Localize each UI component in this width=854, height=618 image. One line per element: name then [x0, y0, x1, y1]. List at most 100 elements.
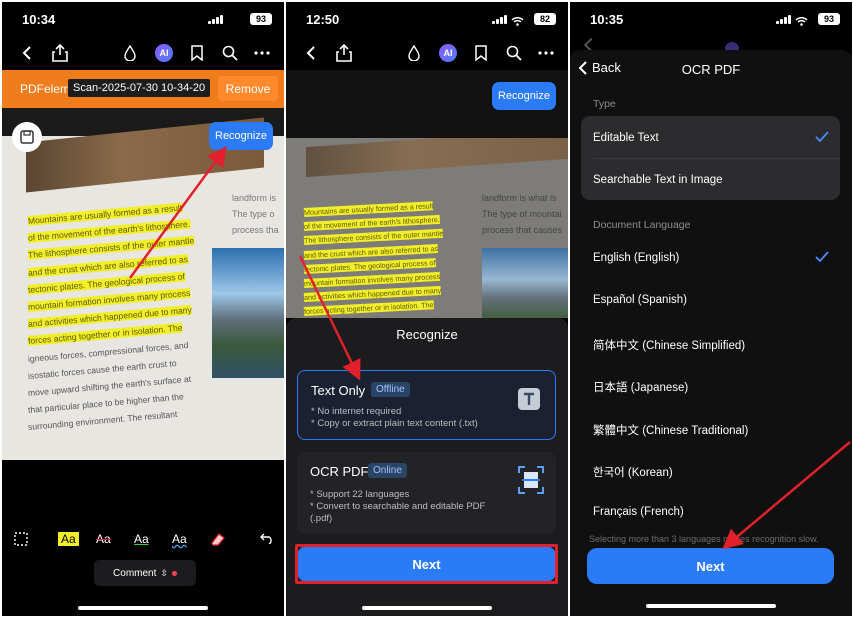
- option-desc-line: * Copy or extract plain text content (.t…: [311, 418, 478, 429]
- underline-tool[interactable]: Aa: [134, 532, 149, 546]
- type-option-editable-text[interactable]: Editable Text: [593, 131, 829, 144]
- reading-mode-icon[interactable]: [119, 42, 141, 64]
- strikethrough-tool[interactable]: Aa: [96, 532, 111, 546]
- type-option-label: Searchable Text in Image: [593, 174, 723, 186]
- language-label: 繁體中文 (Chinese Traditional): [593, 424, 749, 437]
- language-section-label: Document Language: [593, 219, 691, 231]
- back-arrow-icon[interactable]: [300, 42, 322, 64]
- language-label: Français (French): [593, 506, 684, 519]
- battery-indicator: 93: [250, 13, 272, 25]
- language-option[interactable]: Français (French): [593, 506, 829, 518]
- cellular-signal-icon: [492, 15, 508, 24]
- app-brand-label: PDFelem: [20, 82, 71, 96]
- type-option-searchable-text[interactable]: Searchable Text in Image: [593, 174, 829, 186]
- back-arrow-icon[interactable]: [16, 42, 38, 64]
- checkmark-icon: [815, 131, 829, 143]
- chevron-updown-icon: ⇳: [160, 567, 168, 578]
- status-time: 10:34: [22, 12, 56, 27]
- offline-badge: Offline: [371, 382, 410, 397]
- type-option-label: Editable Text: [593, 132, 659, 144]
- option-desc-line: (.pdf): [310, 513, 333, 524]
- reading-mode-icon[interactable]: [403, 42, 425, 64]
- mountain-photo: [212, 248, 284, 378]
- screen-recognize-sheet: 12:50 82 AI Recognize Mountains are usua…: [286, 2, 568, 616]
- squiggly-tool[interactable]: Aa: [172, 532, 187, 546]
- wifi-icon: [511, 13, 524, 26]
- document-text-line: of the movement of the earth's lithosphe…: [303, 215, 441, 232]
- language-option[interactable]: 한국어 (Korean): [593, 464, 829, 480]
- sheet-title: Recognize: [396, 327, 458, 342]
- checkmark-icon: [815, 251, 829, 263]
- share-icon[interactable]: [49, 42, 71, 64]
- red-dot-icon: [171, 570, 177, 576]
- status-bar: 10:34 93: [2, 2, 284, 36]
- type-group: [581, 116, 840, 200]
- status-time: 12:50: [306, 12, 340, 27]
- panel-title: OCR PDF: [681, 62, 741, 77]
- home-indicator: [78, 606, 208, 610]
- top-toolbar: AI: [2, 38, 284, 68]
- save-icon: [20, 130, 34, 144]
- document-text-line: Mountains are usually formed as a result: [303, 201, 434, 217]
- document-text-line: forces acting together or in isolation. …: [303, 300, 434, 317]
- battery-indicator: 93: [818, 13, 840, 25]
- option-ocr-pdf[interactable]: OCR PDF Online * Support 22 languages * …: [297, 452, 556, 534]
- language-label: Español (Spanish): [593, 294, 687, 307]
- remove-button[interactable]: Remove: [218, 76, 278, 101]
- more-options-icon[interactable]: [251, 42, 273, 64]
- undo-icon[interactable]: [260, 532, 274, 547]
- online-badge: Online: [368, 463, 407, 478]
- language-option[interactable]: English (English): [593, 251, 829, 264]
- next-button[interactable]: Next: [587, 548, 834, 584]
- recognize-sheet: Recognize Text Only Offline * No interne…: [286, 318, 568, 616]
- scanned-document: Mountains are usually formed as a result…: [2, 108, 284, 460]
- recognize-button[interactable]: Recognize: [492, 82, 556, 110]
- wifi-icon: [795, 13, 808, 26]
- language-option[interactable]: 简体中文 (Chinese Simplified): [593, 337, 829, 353]
- status-bar: 12:50 82: [286, 2, 568, 36]
- comment-menu-button[interactable]: Comment ⇳: [94, 560, 196, 586]
- language-hint: Selecting more than 3 languages makes re…: [589, 534, 819, 544]
- document-text-line: and activities which happened due to man…: [303, 285, 442, 303]
- document-text-line: mountain formation involves many process: [303, 271, 441, 288]
- right-text-line: The type o: [232, 209, 275, 219]
- status-time: 10:35: [590, 12, 624, 27]
- mountain-photo: [482, 248, 568, 318]
- bookmark-icon[interactable]: [186, 42, 208, 64]
- right-text-line: landform is what is: [482, 193, 557, 203]
- language-option[interactable]: 繁體中文 (Chinese Traditional): [593, 422, 829, 438]
- option-text-only[interactable]: Text Only Offline * No internet required…: [297, 370, 556, 440]
- language-option[interactable]: 日本語 (Japanese): [593, 379, 829, 395]
- screen-ocr-settings: 10:35 93 Back OCR PDF Type Editable Text…: [570, 2, 852, 616]
- search-icon[interactable]: [219, 42, 241, 64]
- language-label: 简体中文 (Chinese Simplified): [593, 339, 746, 352]
- search-icon[interactable]: [503, 42, 525, 64]
- save-scan-button[interactable]: [12, 122, 42, 152]
- scanned-document: Mountains are usually formed as a result…: [286, 138, 568, 318]
- home-indicator: [362, 606, 492, 610]
- text-file-icon: [517, 387, 541, 411]
- panel-header: Back OCR PDF: [570, 50, 852, 88]
- scan-file-bar: PDFelem Scan-2025-07-30 10-34-20 Remove: [2, 70, 284, 108]
- ai-assistant-icon[interactable]: AI: [153, 42, 175, 64]
- scan-document-icon: [518, 466, 544, 494]
- cellular-signal-icon: [776, 15, 792, 24]
- language-label: English (English): [593, 252, 680, 264]
- bookmark-icon[interactable]: [470, 42, 492, 64]
- type-section-label: Type: [593, 98, 616, 110]
- annotation-highlight-box: [295, 544, 558, 584]
- home-indicator: [646, 604, 776, 608]
- recognize-button[interactable]: Recognize: [209, 122, 273, 150]
- select-area-icon[interactable]: [14, 532, 28, 549]
- language-option[interactable]: Español (Spanish): [593, 294, 829, 306]
- ai-assistant-icon[interactable]: AI: [437, 42, 459, 64]
- right-text-line: landform is: [232, 193, 277, 203]
- document-text-line: tectonic plates. The geological process …: [303, 257, 436, 274]
- status-bar: 10:35 93: [570, 2, 852, 36]
- option-desc-line: * Convert to searchable and editable PDF: [310, 501, 486, 512]
- more-options-icon[interactable]: [535, 42, 557, 64]
- share-icon[interactable]: [333, 42, 355, 64]
- eraser-icon[interactable]: [210, 532, 226, 549]
- highlight-tool[interactable]: Aa: [58, 532, 79, 546]
- top-toolbar: AI: [286, 38, 568, 68]
